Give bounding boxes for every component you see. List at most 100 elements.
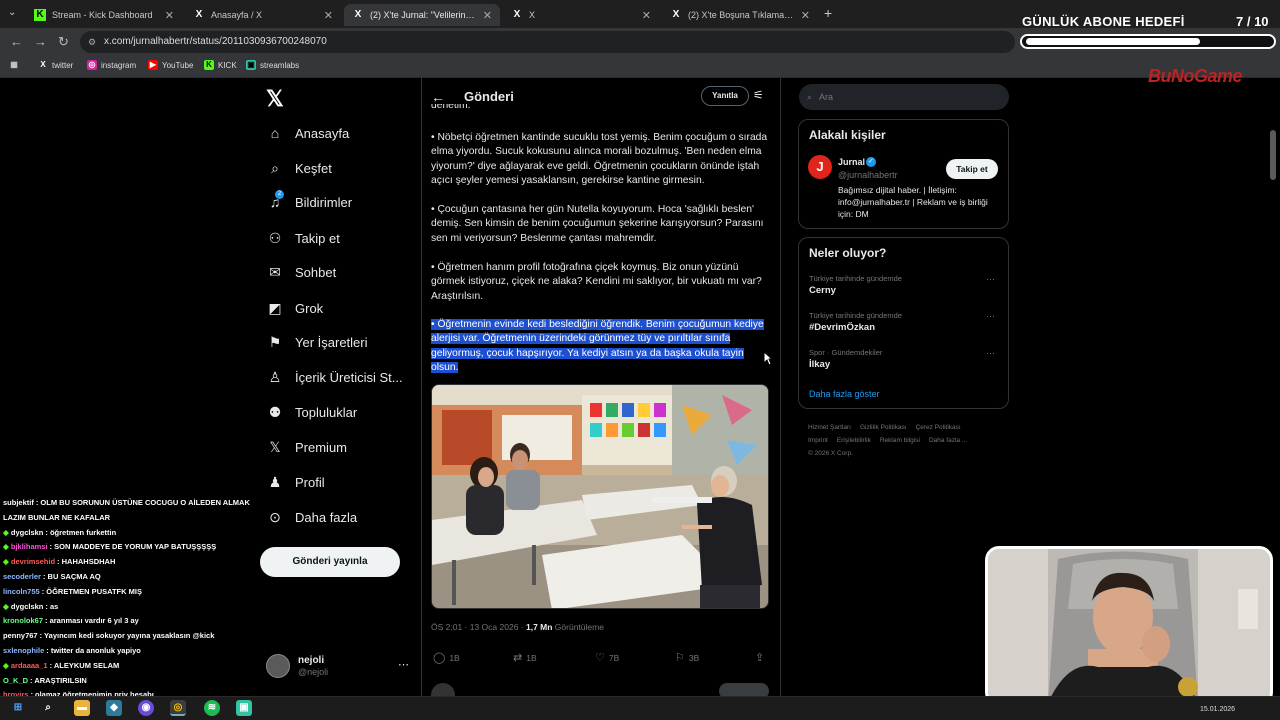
post-paragraph: • Öğretmen hanım profil fotoğrafına çiçe… bbox=[431, 262, 762, 302]
tab-x[interactable]: X X ✕ bbox=[503, 4, 659, 26]
trend-item[interactable]: #DevrimÖzkan bbox=[809, 322, 875, 333]
footer-link[interactable]: Hizmet Şartları bbox=[808, 424, 851, 431]
chat-username[interactable]: devrimsehid bbox=[11, 557, 55, 566]
more-icon[interactable]: ⋯ bbox=[986, 311, 995, 322]
bookmark-streamlabs[interactable]: ▣ streamlabs bbox=[246, 60, 299, 70]
chat-username[interactable]: lincoln755 bbox=[3, 587, 40, 596]
follow-button[interactable]: Takip et bbox=[946, 159, 998, 179]
forward-icon[interactable]: → bbox=[34, 34, 47, 49]
close-icon[interactable]: ✕ bbox=[801, 9, 810, 22]
post-text-fragment: denetim. bbox=[431, 104, 471, 111]
scrollbar[interactable] bbox=[1270, 130, 1276, 180]
bookmark-kick[interactable]: K KICK bbox=[204, 60, 237, 70]
account-name[interactable]: Jurnal bbox=[838, 157, 865, 167]
reload-icon[interactable]: ↻ bbox=[58, 34, 69, 50]
nav-creator-studio[interactable]: ♙ İçerik Üreticisi St... bbox=[266, 365, 403, 389]
chat-username[interactable]: subjektif bbox=[3, 498, 34, 507]
more-icon[interactable]: ⋯ bbox=[986, 274, 995, 285]
chat-username[interactable]: secoderler bbox=[3, 572, 41, 581]
post-button[interactable]: Gönderi yayınla bbox=[260, 547, 400, 577]
search-icon: ⌕ bbox=[807, 92, 813, 102]
profile-more-icon[interactable]: ⋯ bbox=[398, 658, 409, 671]
start-icon[interactable]: ⊞ bbox=[10, 700, 26, 716]
chat-username[interactable]: penny767 bbox=[3, 631, 38, 640]
site-info-icon[interactable]: ⚙ bbox=[88, 31, 96, 53]
footer-link[interactable]: Çerez Politikası bbox=[916, 424, 961, 431]
profile-name[interactable]: nejoli bbox=[298, 655, 324, 666]
nav-grok[interactable]: ◩ Grok bbox=[266, 296, 323, 320]
nav-bookmarks[interactable]: ⚑ Yer İşaretleri bbox=[266, 330, 368, 354]
reply-action[interactable]: ◯ 1B bbox=[433, 651, 460, 664]
close-icon[interactable]: ✕ bbox=[642, 9, 651, 22]
close-icon[interactable]: ✕ bbox=[483, 9, 492, 22]
share-action[interactable]: ⇪ bbox=[755, 651, 768, 664]
like-action[interactable]: ♡ 7B bbox=[595, 651, 619, 664]
apps-icon[interactable]: ▦ bbox=[9, 60, 23, 70]
discord-icon[interactable]: ◉ bbox=[138, 700, 154, 716]
back-arrow-icon[interactable]: ← bbox=[431, 89, 445, 105]
footer-link[interactable]: Daha fazla ... bbox=[929, 437, 967, 444]
avatar[interactable] bbox=[266, 654, 290, 678]
nav-explore[interactable]: ⌕ Keşfet bbox=[266, 156, 332, 180]
chat-message: secoderler: BU SAÇMA AQ bbox=[3, 572, 101, 582]
nav-follow[interactable]: ⚇ Takip et bbox=[266, 226, 340, 250]
nav-premium[interactable]: 𝕏 Premium bbox=[266, 435, 347, 459]
nav-chat[interactable]: ✉ Sohbet bbox=[266, 260, 336, 284]
footer-link[interactable]: Imprint bbox=[808, 437, 828, 444]
chat-username[interactable]: kronolok67 bbox=[3, 616, 43, 625]
chat-username[interactable]: O_K_D bbox=[3, 676, 28, 685]
chat-username[interactable]: dygclskn bbox=[11, 602, 44, 611]
footer-link[interactable]: Erişilebilirlik bbox=[837, 437, 871, 444]
address-bar[interactable]: ⚙ x.com/jurnalhabertr/status/20110309367… bbox=[80, 31, 1015, 53]
tab-jurnal-post[interactable]: X (2) X'te Jurnal: "Velilerin, öğretmenl… bbox=[344, 4, 500, 26]
streamlabs-icon[interactable]: ▣ bbox=[236, 700, 252, 716]
reply-button[interactable]: Yanıtla bbox=[701, 86, 749, 106]
chrome-icon[interactable]: ◎ bbox=[170, 700, 186, 716]
tab-anasayfa[interactable]: X Anasayfa / X ✕ bbox=[185, 4, 341, 26]
search-icon[interactable]: ⌕ bbox=[40, 700, 56, 716]
show-more-link[interactable]: Daha fazla göster bbox=[809, 389, 880, 399]
subscriber-goal-fill bbox=[1026, 38, 1200, 45]
stream-chat: subjektif: OLM BU SORUNUN ÜSTÜNE COCUGU … bbox=[0, 480, 262, 696]
close-icon[interactable]: ✕ bbox=[165, 9, 174, 22]
trend-context: Türkiye tarihinde gündemde bbox=[809, 311, 902, 320]
chat-text: : aranması vardır 6 yıl 3 ay bbox=[45, 616, 139, 626]
trend-item[interactable]: Cerny bbox=[809, 285, 836, 296]
x-logo-icon[interactable]: 𝕏 bbox=[266, 86, 284, 112]
chat-username[interactable]: dygclskn bbox=[11, 528, 44, 537]
trend-item[interactable]: İlkay bbox=[809, 359, 830, 370]
search-input[interactable]: ⌕ Ara bbox=[799, 84, 1009, 110]
chat-username[interactable]: ardaaaa_1 bbox=[11, 661, 48, 670]
nav-communities[interactable]: ⚉ Topluluklar bbox=[266, 400, 357, 424]
new-tab-button[interactable]: + bbox=[824, 5, 832, 21]
nav-home[interactable]: ⌂ Anasayfa bbox=[266, 121, 349, 145]
chat-username[interactable]: bjklihamsi bbox=[11, 542, 48, 551]
chat-username[interactable]: sxlenophile bbox=[3, 646, 44, 655]
nav-profile[interactable]: ♟ Profil bbox=[266, 470, 325, 494]
post-image[interactable] bbox=[431, 384, 769, 609]
bookmark-instagram[interactable]: ◎ instagram bbox=[87, 60, 136, 70]
more-icon[interactable]: ⋯ bbox=[986, 348, 995, 359]
user-icon: ♟ bbox=[268, 474, 282, 490]
avatar[interactable]: J bbox=[808, 155, 832, 179]
filter-icon[interactable]: ⚟ bbox=[753, 88, 764, 102]
nav-notifications[interactable]: ♫ 2 Bildirimler bbox=[266, 190, 352, 214]
bookmark-action[interactable]: ⚐ 3B bbox=[675, 651, 699, 664]
repost-action[interactable]: ⇄ 1B bbox=[513, 651, 537, 664]
tab-search-icon[interactable]: ⌄ bbox=[8, 7, 16, 18]
bookmark-youtube[interactable]: ▶ YouTube bbox=[148, 60, 193, 70]
chat-text: : ÖĞRETMEN PUSATFK MIŞ bbox=[41, 586, 142, 596]
bookmark-twitter[interactable]: Xtwitter bbox=[38, 60, 73, 70]
chat-badge-icon: ◆ bbox=[3, 660, 11, 670]
spotify-icon[interactable]: ≋ bbox=[204, 700, 220, 716]
back-icon[interactable]: ← bbox=[10, 34, 23, 49]
tab-bosuna-tiklama[interactable]: X (2) X'te Boşuna Tıklama: "Türkiye ✕ bbox=[662, 4, 818, 26]
post-timestamp[interactable]: ÖS 2:01 · 13 Oca 2026 · bbox=[431, 622, 526, 632]
app-icon[interactable]: ◆ bbox=[106, 700, 122, 716]
tab-kick-dashboard[interactable]: K Stream - Kick Dashboard ✕ bbox=[26, 4, 182, 26]
nav-more[interactable]: ⊙ Daha fazla bbox=[266, 505, 357, 529]
footer-link[interactable]: Reklam bilgisi bbox=[880, 437, 920, 444]
folder-icon[interactable]: ▬ bbox=[74, 700, 90, 716]
close-icon[interactable]: ✕ bbox=[324, 9, 333, 22]
footer-link[interactable]: Gizlilik Politikası bbox=[860, 424, 907, 431]
